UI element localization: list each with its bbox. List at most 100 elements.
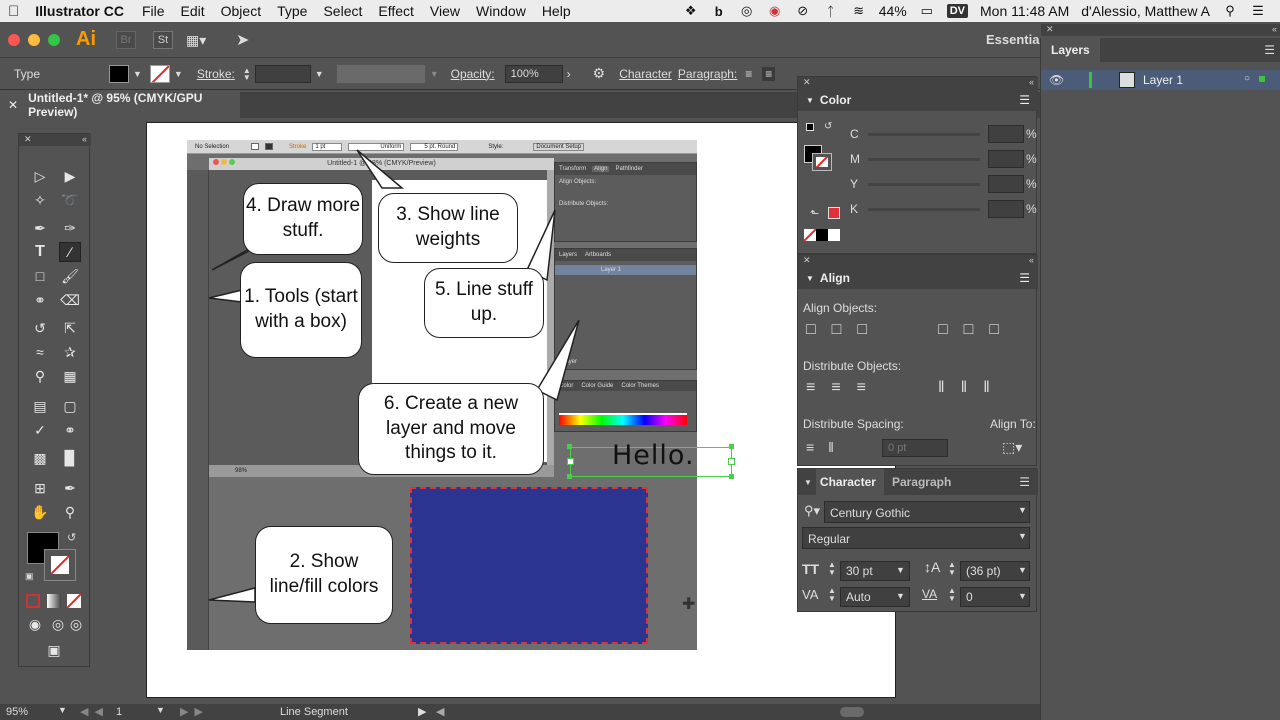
draw-inside-icon[interactable]: ◎ bbox=[65, 614, 87, 634]
blend-tool-icon[interactable]: ⚭ bbox=[59, 420, 81, 440]
tracking-dropdown-icon[interactable]: ▼ bbox=[1018, 591, 1027, 601]
leading-dropdown-icon[interactable]: ▼ bbox=[1018, 565, 1027, 575]
shape-builder-tool-icon[interactable]: ⚲ bbox=[29, 366, 51, 386]
app-menu[interactable]: Illustrator CC bbox=[27, 3, 134, 19]
tab-paragraph[interactable]: Paragraph bbox=[884, 475, 959, 489]
align-panel-title[interactable]: ▼ Align ☰ bbox=[798, 267, 1038, 289]
wireless-icon[interactable]: ◉ bbox=[767, 3, 783, 18]
character-panel-link[interactable]: Character bbox=[619, 67, 672, 81]
color-stroke-swatch[interactable] bbox=[812, 153, 832, 171]
swap-fill-stroke-icon[interactable]: ↺ bbox=[67, 531, 76, 544]
layer-target-icon[interactable]: ○ bbox=[1244, 73, 1250, 84]
close-tab-icon[interactable]: ✕ bbox=[8, 98, 18, 112]
close-icon[interactable]: ✕ bbox=[803, 255, 811, 265]
gradient-mode-icon[interactable] bbox=[47, 594, 61, 608]
line-segment-tool-icon[interactable]: ∕ bbox=[59, 242, 81, 262]
kerning-dropdown-icon[interactable]: ▼ bbox=[896, 591, 905, 601]
first-prev-artboard-icon[interactable]: ◀◀ bbox=[80, 705, 109, 718]
do-not-disturb-icon[interactable]: ⊘ bbox=[795, 3, 811, 18]
selection-tool-icon[interactable]: ▷ bbox=[29, 166, 51, 186]
channel-m-slider[interactable] bbox=[868, 158, 980, 161]
wifi-icon[interactable]: ≋ bbox=[851, 3, 867, 18]
hand-tool-icon[interactable]: ✋ bbox=[29, 502, 51, 522]
bluetooth-icon[interactable]: ᛏ bbox=[823, 4, 839, 19]
menu-view[interactable]: View bbox=[422, 3, 468, 19]
window-minimize-button[interactable] bbox=[28, 34, 40, 46]
apple-icon[interactable]:  bbox=[0, 3, 27, 20]
text-anchor-bl[interactable] bbox=[567, 474, 572, 479]
text-anchor-tl[interactable] bbox=[567, 444, 572, 449]
none-mode-icon[interactable] bbox=[67, 594, 81, 608]
stroke-weight-stepper[interactable]: ▲ ▼ bbox=[243, 66, 251, 81]
spacing-input[interactable]: 0 pt bbox=[882, 439, 948, 457]
visibility-eye-icon[interactable]: 👁 bbox=[1049, 73, 1064, 87]
scale-tool-icon[interactable]: ⇱ bbox=[59, 318, 81, 338]
out-of-gamut-icon[interactable]: ⬑ bbox=[810, 207, 819, 220]
layer-selected-indicator[interactable] bbox=[1259, 76, 1265, 82]
close-icon[interactable]: ✕ bbox=[1046, 24, 1054, 34]
fill-swatch[interactable] bbox=[109, 64, 129, 83]
eyedropper-tool-icon[interactable]: ✓ bbox=[29, 420, 51, 440]
white-swatch[interactable] bbox=[828, 229, 840, 241]
screen-mode-icon[interactable]: ▣ bbox=[43, 640, 65, 660]
panel-menu-icon[interactable]: ☰ bbox=[1264, 43, 1275, 57]
perspective-grid-tool-icon[interactable]: ▦ bbox=[59, 366, 81, 386]
user-badge[interactable]: DV bbox=[946, 4, 969, 18]
zoom-tool-icon[interactable]: ⚲ bbox=[59, 502, 81, 522]
font-style-dropdown-icon[interactable]: ▼ bbox=[1018, 531, 1027, 541]
menu-type[interactable]: Type bbox=[269, 3, 315, 19]
font-family-dropdown-icon[interactable]: ▼ bbox=[1018, 505, 1027, 515]
magic-wand-tool-icon[interactable]: ✧ bbox=[29, 190, 51, 210]
swap-colors-icon[interactable]: ↺ bbox=[824, 121, 832, 132]
lasso-tool-icon[interactable]: ➰ bbox=[59, 190, 81, 210]
stroke-color-swatch[interactable] bbox=[44, 549, 76, 581]
blue-rectangle[interactable] bbox=[410, 487, 648, 644]
black-swatch[interactable] bbox=[816, 229, 828, 241]
tab-layers[interactable]: Layers bbox=[1041, 38, 1100, 62]
distribute-horizontal-buttons[interactable]: ‖‖‖ bbox=[938, 379, 1006, 397]
spotlight-icon[interactable]: ⚲ bbox=[1222, 3, 1238, 18]
artboard-number[interactable]: 1 bbox=[116, 706, 122, 718]
menu-window[interactable]: Window bbox=[468, 3, 534, 19]
menu-object[interactable]: Object bbox=[213, 3, 269, 19]
battery-icon[interactable]: ▭ bbox=[919, 3, 935, 18]
next-last-artboard-icon[interactable]: ▶▶ bbox=[180, 705, 209, 718]
menu-effect[interactable]: Effect bbox=[370, 3, 422, 19]
stroke-swatch[interactable] bbox=[149, 64, 170, 83]
menubar-user[interactable]: d'Alessio, Matthew A bbox=[1081, 3, 1210, 19]
font-family-select[interactable]: Century Gothic bbox=[824, 501, 1030, 523]
kerning-stepper[interactable]: ▲ ▼ bbox=[828, 587, 836, 603]
zoom-dropdown-icon[interactable]: ▼ bbox=[58, 705, 67, 715]
default-colors-icon[interactable]: ▣ bbox=[25, 571, 34, 582]
font-style-select[interactable]: Regular bbox=[802, 527, 1030, 549]
channel-y-slider[interactable] bbox=[868, 183, 980, 186]
text-anchor-br[interactable] bbox=[729, 474, 734, 479]
channel-c-input[interactable] bbox=[988, 125, 1024, 143]
layer-name[interactable]: Layer 1 bbox=[1143, 73, 1183, 87]
color-panel-title[interactable]: ▼ Color ☰ bbox=[798, 89, 1038, 111]
align-left-icon[interactable]: ≡ bbox=[745, 67, 752, 81]
none-swatch[interactable] bbox=[804, 229, 816, 241]
opacity-arrow-icon[interactable]: › bbox=[567, 67, 571, 81]
default-colors-icon[interactable] bbox=[806, 123, 814, 131]
channel-y-input[interactable] bbox=[988, 175, 1024, 193]
collapse-icon[interactable]: « bbox=[1029, 77, 1034, 87]
draw-normal-icon[interactable]: ◉ bbox=[24, 614, 46, 634]
stroke-dropdown-icon[interactable]: ▼ bbox=[174, 69, 183, 79]
gamut-swatch[interactable] bbox=[828, 207, 840, 219]
channel-k-slider[interactable] bbox=[868, 208, 980, 211]
direct-selection-tool-icon[interactable]: ▶ bbox=[59, 166, 81, 186]
window-close-button[interactable] bbox=[8, 34, 20, 46]
workspace-switcher[interactable]: Essentia bbox=[986, 32, 1039, 47]
align-objects-buttons[interactable]: □□□ bbox=[806, 321, 883, 339]
horizontal-scrollbar-thumb[interactable] bbox=[840, 707, 864, 717]
artboard-dropdown-icon[interactable]: ▼ bbox=[156, 705, 165, 715]
pen-tool-icon[interactable]: ✒ bbox=[29, 218, 51, 238]
puppet-warp-tool-icon[interactable]: ✰ bbox=[59, 342, 81, 362]
stock-button[interactable]: St bbox=[153, 31, 173, 49]
zoom-level[interactable]: 95% bbox=[6, 706, 28, 718]
gradient-tool-icon[interactable]: ▢ bbox=[59, 396, 81, 416]
font-search-icon[interactable]: ⚲▾ bbox=[804, 503, 820, 519]
collapse-icon[interactable]: « bbox=[1029, 255, 1034, 265]
stroke-weight-input[interactable] bbox=[254, 64, 311, 83]
